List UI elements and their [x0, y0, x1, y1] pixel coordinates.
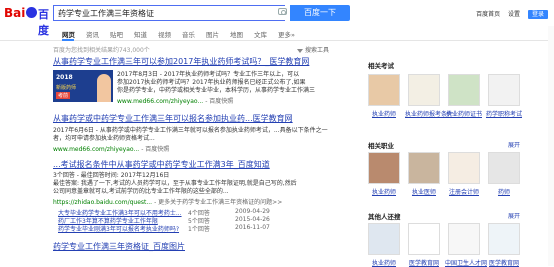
- result-snippet-1a: 2017年8月3日 - 2017年执业药师考试吗？专业工作三年以上，可以: [117, 71, 300, 78]
- search-input-box[interactable]: [53, 5, 285, 21]
- card-caption[interactable]: 执业药师: [365, 109, 403, 118]
- card-exam-4[interactable]: 药学职称考试: [485, 74, 523, 118]
- qa-answers: 1个回答: [188, 226, 210, 233]
- card-career-1[interactable]: 执业药师: [365, 152, 403, 196]
- url-text[interactable]: www.med66.com/zhiyeyao...: [117, 98, 203, 105]
- result-title-4[interactable]: 药学专业工作满三年资格证_百度图片: [53, 241, 185, 252]
- home-link[interactable]: 百度首页: [476, 11, 500, 18]
- person-image: [97, 74, 111, 102]
- card-image: [448, 74, 480, 106]
- filter-icon: [297, 48, 303, 53]
- card-image: [408, 74, 440, 106]
- more-questions-link[interactable]: - 更多关于药学专业工作满三年资格证的问题>>: [154, 199, 282, 206]
- card-exam-1[interactable]: 执业药师: [365, 74, 403, 118]
- card-caption[interactable]: 执业药师: [365, 187, 403, 196]
- card-image: [408, 223, 440, 255]
- paw-icon: [26, 7, 37, 18]
- tab-web[interactable]: 网页: [62, 29, 75, 39]
- card-career-2[interactable]: 执业医师: [405, 152, 443, 196]
- card-caption[interactable]: 执业药师报考条件: [405, 109, 453, 118]
- card-image: [368, 223, 400, 255]
- thumb-text: 新版药师: [56, 85, 77, 91]
- tab-music[interactable]: 音乐: [182, 29, 195, 39]
- card-other-4[interactable]: 医学教育网: [485, 223, 523, 267]
- qa-date: 2016-11-07: [235, 224, 270, 231]
- result-title-3[interactable]: ...考试报名条件中从事药学或中药学专业工作满3年_百度知道: [53, 159, 270, 170]
- result-snippet-1b: 参加2017执业药师考试吗？2017年执业药师报名已经正式公布了,如果: [117, 79, 306, 86]
- url-text[interactable]: https://zhidao.baidu.com/quest...: [53, 199, 152, 206]
- top-links: 百度首页 设置 登录: [470, 9, 548, 19]
- scrollbar[interactable]: [548, 26, 554, 266]
- card-other-1[interactable]: 执业药师: [365, 223, 403, 267]
- card-caption[interactable]: 药师: [485, 187, 523, 196]
- result-title-1[interactable]: 从事药学专业工作满三年可以参加2017年执业药师考试吗？_医学教育网: [53, 56, 309, 67]
- tab-video[interactable]: 视频: [158, 29, 171, 39]
- card-other-2[interactable]: 医学教育网: [405, 223, 443, 267]
- expand-others[interactable]: 展开: [508, 211, 520, 220]
- qa-question[interactable]: 药学专业毕业刚满3年可以报名考执业药师吗?: [58, 224, 179, 233]
- tab-tieba[interactable]: 贴吧: [110, 29, 123, 39]
- baidu-logo[interactable]: Bai 百度: [4, 6, 50, 37]
- card-image: [448, 223, 480, 255]
- sidebar-title-others: 其他人还搜: [368, 213, 401, 221]
- card-image: [488, 152, 520, 184]
- search-input[interactable]: [58, 7, 258, 19]
- qa-date: 2015-04-26: [235, 216, 270, 223]
- card-career-3[interactable]: 注册会计师: [445, 152, 483, 196]
- qa-date: 2009-04-29: [235, 208, 270, 215]
- card-caption[interactable]: 执业药师证书: [445, 109, 483, 118]
- logo-text: Bai: [4, 6, 26, 20]
- result-snippet-2a: 2017年6月6日 - 从事药学或中药学专业工作满三年就可以报名参加执业药师考试…: [53, 127, 328, 134]
- result-title-2[interactable]: 从事药学或中药学专业工作满三年可以报名参加执业药...医学教育网: [53, 113, 293, 124]
- result-snippet-3a: 3个回答 - 最佳回答时间: 2017年12月16日: [53, 172, 170, 179]
- card-image: [368, 74, 400, 106]
- search-button[interactable]: 百度一下: [290, 5, 350, 21]
- card-exam-2[interactable]: 执业药师报考条件: [405, 74, 453, 118]
- camera-icon[interactable]: [278, 8, 287, 15]
- tabs-bar: 网页 资讯 贴吧 知道 视频 音乐 图片 地图 文库 更多»: [0, 26, 554, 41]
- result-snippet-2b: 者，均可申请参加执业药师资格考试...: [53, 135, 155, 142]
- top-bar: Bai 百度 百度一下 百度首页 设置 登录: [0, 0, 554, 37]
- search-tools[interactable]: 搜索工具: [297, 45, 329, 54]
- search-tools-label: 搜索工具: [305, 47, 330, 54]
- result-thumbnail-1[interactable]: 2018 新版药师 考前: [53, 70, 113, 102]
- card-image: [448, 152, 480, 184]
- tab-images[interactable]: 图片: [206, 29, 219, 39]
- card-image: [408, 152, 440, 184]
- result-snippet-3c: 公司同意盖章就可以,考试前学历的比专业工作年限的这些全部的...: [53, 188, 229, 195]
- card-image: [368, 152, 400, 184]
- result-snippet-1c: 你是药学专业，中药学或相关专业毕业，本科学历，从事药学专业工作满三: [117, 87, 316, 94]
- thumb-year: 2018: [56, 74, 73, 81]
- card-other-3[interactable]: 中国卫生人才网: [445, 223, 487, 267]
- result-url-1[interactable]: www.med66.com/zhiyeyao... - 百度快照: [117, 96, 233, 105]
- result-url-2[interactable]: www.med66.com/zhiyeyao... - 百度快照: [53, 144, 169, 153]
- sidebar-title-exams: 相关考试: [368, 62, 394, 70]
- card-image: [488, 74, 520, 106]
- result-count: 百度为您找到相关结果约743,000个: [53, 47, 150, 54]
- card-caption[interactable]: 药学职称考试: [485, 109, 523, 118]
- tab-wenku[interactable]: 文库: [254, 29, 267, 39]
- active-tab-indicator: [62, 39, 74, 41]
- card-caption[interactable]: 注册会计师: [445, 187, 483, 196]
- snapshot-link[interactable]: - 百度快照: [205, 98, 233, 105]
- url-text[interactable]: www.med66.com/zhiyeyao...: [53, 146, 139, 153]
- thumb-badge: 考前: [56, 92, 71, 99]
- tab-news[interactable]: 资讯: [86, 29, 99, 39]
- settings-link[interactable]: 设置: [508, 11, 520, 18]
- tab-map[interactable]: 地图: [230, 29, 243, 39]
- result-url-3[interactable]: https://zhidao.baidu.com/quest... - 更多关于药…: [53, 197, 282, 206]
- card-career-4[interactable]: 药师: [485, 152, 523, 196]
- card-exam-3[interactable]: 执业药师证书: [445, 74, 483, 118]
- expand-careers[interactable]: 展开: [508, 140, 520, 149]
- card-image: [488, 223, 520, 255]
- snapshot-link[interactable]: - 百度快照: [141, 146, 169, 153]
- tab-zhidao[interactable]: 知道: [134, 29, 147, 39]
- sidebar-title-careers: 相关职业: [368, 142, 394, 150]
- card-caption[interactable]: 执业医师: [405, 187, 443, 196]
- login-button[interactable]: 登录: [527, 10, 548, 19]
- tab-more[interactable]: 更多»: [278, 29, 295, 39]
- result-snippet-3b: 最佳答案: 我遇了一下,考试的人员药学可以，至于从事专业工作年限证明,就是自己写…: [53, 180, 297, 187]
